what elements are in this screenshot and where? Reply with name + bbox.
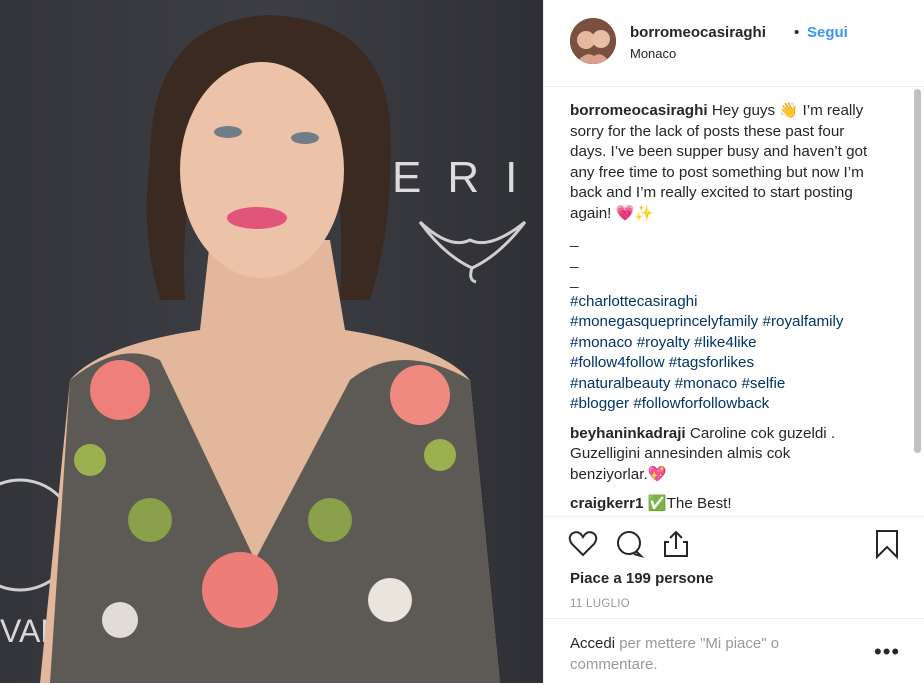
hashtag-link[interactable]: #royalty: [637, 334, 690, 351]
hashtag-link[interactable]: #follow4follow: [570, 354, 665, 371]
post-photo[interactable]: ERI VAL: [0, 0, 543, 683]
comment-text: ✅The Best!: [647, 495, 732, 512]
comment-username[interactable]: beyhaninkadraji: [570, 425, 686, 442]
dash-line: _: [570, 272, 579, 289]
hashtag-link[interactable]: #monaco: [570, 334, 632, 351]
comment-icon[interactable]: [614, 529, 645, 559]
heart-icon[interactable]: [568, 529, 598, 559]
post-photo-illustration: ERI VAL: [0, 15, 543, 683]
header-username[interactable]: borromeocasiraghi: [630, 24, 766, 41]
scrollbar-thumb[interactable]: [914, 89, 921, 453]
hashtag-link[interactable]: #charlottecasiraghi: [570, 293, 697, 310]
caption: borromeocasiraghi Hey guys 👋 I’m really …: [570, 101, 870, 415]
hashtag-link[interactable]: #monegasqueprincelyfamily: [570, 313, 758, 330]
comments-list[interactable]: borromeocasiraghi Hey guys 👋 I’m really …: [544, 87, 912, 516]
post-actions: Piace a 199 persone 11 LUGLIO Accedi per…: [544, 516, 924, 683]
caption-username[interactable]: borromeocasiraghi: [570, 102, 708, 119]
hashtag-link[interactable]: #monaco: [675, 375, 737, 392]
comment-item: beyhaninkadraji Caroline cok guzeldi . G…: [570, 424, 870, 486]
more-options-button[interactable]: •••: [874, 639, 900, 665]
hashtag-link[interactable]: #naturalbeauty: [570, 375, 670, 392]
post-side-panel: borromeocasiraghi • Segui Monaco borrome…: [543, 0, 924, 683]
hashtag-link[interactable]: #tagsforlikes: [669, 354, 754, 371]
post-date[interactable]: 11 LUGLIO: [570, 598, 630, 610]
header-separator: •: [794, 24, 800, 41]
hashtags: #charlottecasiraghi #monegasqueprincelyf…: [570, 292, 870, 415]
hashtag-link[interactable]: #like4like: [694, 334, 756, 351]
caption-dashes: _ _ _: [570, 230, 870, 292]
comment-item: craigkerr1 ✅The Best!: [570, 494, 870, 515]
comments-scrollbar[interactable]: [913, 87, 921, 515]
login-link[interactable]: Accedi: [570, 635, 615, 652]
face: [180, 62, 344, 278]
backdrop-brand-letters: ERI: [392, 153, 543, 202]
likes-count[interactable]: Piace a 199 persone: [570, 570, 713, 587]
login-text: Accedi per mettere "Mi piace" o commenta…: [570, 633, 840, 675]
lips: [227, 207, 287, 229]
post-header: borromeocasiraghi • Segui Monaco: [544, 0, 924, 87]
dash-line: _: [570, 251, 579, 269]
follow-button[interactable]: Segui: [807, 24, 848, 41]
hashtag-link[interactable]: #royalfamily: [763, 313, 844, 330]
hashtag-link[interactable]: #followforfollowback: [633, 395, 769, 412]
avatar-image: [570, 18, 616, 64]
share-icon[interactable]: [661, 529, 691, 559]
backdrop-emblem: [418, 220, 527, 270]
caption-text: Hey guys 👋 I’m really sorry for the lack…: [570, 102, 868, 222]
dash-line: _: [570, 231, 579, 248]
avatar[interactable]: [570, 18, 616, 64]
location-link[interactable]: Monaco: [630, 46, 676, 61]
bookmark-icon[interactable]: [872, 529, 902, 560]
hashtag-link[interactable]: #blogger: [570, 395, 629, 412]
hashtag-link[interactable]: #selfie: [741, 375, 785, 392]
comment-username[interactable]: craigkerr1: [570, 495, 643, 512]
instagram-post-view: ERI VAL borromeocasiraghi • Segui Monaco…: [0, 0, 924, 683]
login-prompt: Accedi per mettere "Mi piace" o commenta…: [544, 618, 924, 685]
